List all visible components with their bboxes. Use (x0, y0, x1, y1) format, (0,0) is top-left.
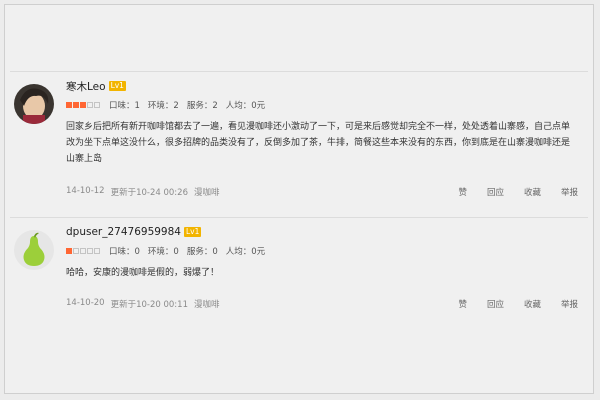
review-footer: 14-10-20 更新于10-20 00:11 漫咖啡 赞 回应 收藏 举报 (66, 298, 578, 310)
review-body: 哈哈，安康的漫咖啡是假的，弱爆了！ (66, 268, 220, 278)
star-icon (80, 248, 86, 254)
star-rating (66, 102, 101, 108)
favorite-button[interactable]: 收藏 (524, 186, 541, 198)
review-item: 寒木Leo Lv1 口味：1 环境：2 服务：2 人均：0元 回家乡后把所有新开… (10, 71, 588, 218)
level-badge: Lv1 (108, 81, 126, 91)
shop-link[interactable]: 漫咖啡 (194, 186, 220, 198)
review-updated: 更新于10-24 00:26 (110, 188, 188, 198)
shop-link[interactable]: 漫咖啡 (194, 298, 220, 310)
avatar[interactable] (14, 84, 54, 124)
star-icon (87, 102, 93, 108)
star-icon (66, 102, 72, 108)
username[interactable]: dpuser_27476959984 (66, 226, 181, 238)
avg-price: 人均：0元 (225, 247, 266, 257)
star-icon (94, 248, 100, 254)
star-icon (73, 102, 79, 108)
review-updated: 更新于10-20 00:11 (110, 300, 188, 310)
avg-price: 人均：0元 (225, 101, 266, 111)
level-badge: Lv1 (183, 227, 202, 237)
report-button[interactable]: 举报 (561, 186, 578, 198)
star-icon (66, 248, 72, 254)
like-button[interactable]: 赞 (458, 186, 467, 198)
reply-button[interactable]: 回应 (487, 298, 504, 310)
score-service: 服务：0 (186, 247, 218, 257)
review-date: 14-10-12 (66, 186, 105, 196)
score-environment: 环境：0 (147, 247, 179, 257)
report-button[interactable]: 举报 (561, 298, 578, 310)
like-button[interactable]: 赞 (458, 298, 467, 310)
rating-row: 口味：1 环境：2 服务：2 人均：0元 (66, 97, 578, 113)
score-taste: 口味：0 (109, 247, 140, 257)
review-content: 寒木Leo Lv1 口味：1 环境：2 服务：2 人均：0元 回家乡后把所有新开… (66, 78, 578, 167)
favorite-button[interactable]: 收藏 (524, 298, 541, 310)
avatar[interactable] (14, 230, 54, 270)
star-icon (80, 102, 86, 108)
review-footer: 14-10-12 更新于10-24 00:26 漫咖啡 赞 回应 收藏 举报 (66, 186, 578, 198)
review-body: 回家乡后把所有新开咖啡馆都去了一遍，看见漫咖啡还小激动了一下，可是来后感觉却完全… (66, 122, 571, 164)
star-icon (87, 248, 93, 254)
rating-row: 口味：0 环境：0 服务：0 人均：0元 (66, 243, 578, 259)
username[interactable]: 寒木Leo (66, 79, 106, 94)
star-rating (66, 248, 101, 254)
review-date: 14-10-20 (66, 298, 105, 308)
score-service: 服务：2 (186, 101, 218, 111)
score-environment: 环境：2 (147, 101, 179, 111)
review-item: dpuser_27476959984 Lv1 口味：0 环境：0 服务：0 人均… (10, 217, 588, 328)
review-list-frame: 寒木Leo Lv1 口味：1 环境：2 服务：2 人均：0元 回家乡后把所有新开… (4, 4, 594, 394)
review-content: dpuser_27476959984 Lv1 口味：0 环境：0 服务：0 人均… (66, 224, 578, 281)
score-taste: 口味：1 (109, 101, 140, 111)
star-icon (94, 102, 100, 108)
star-icon (73, 248, 79, 254)
reply-button[interactable]: 回应 (487, 186, 504, 198)
